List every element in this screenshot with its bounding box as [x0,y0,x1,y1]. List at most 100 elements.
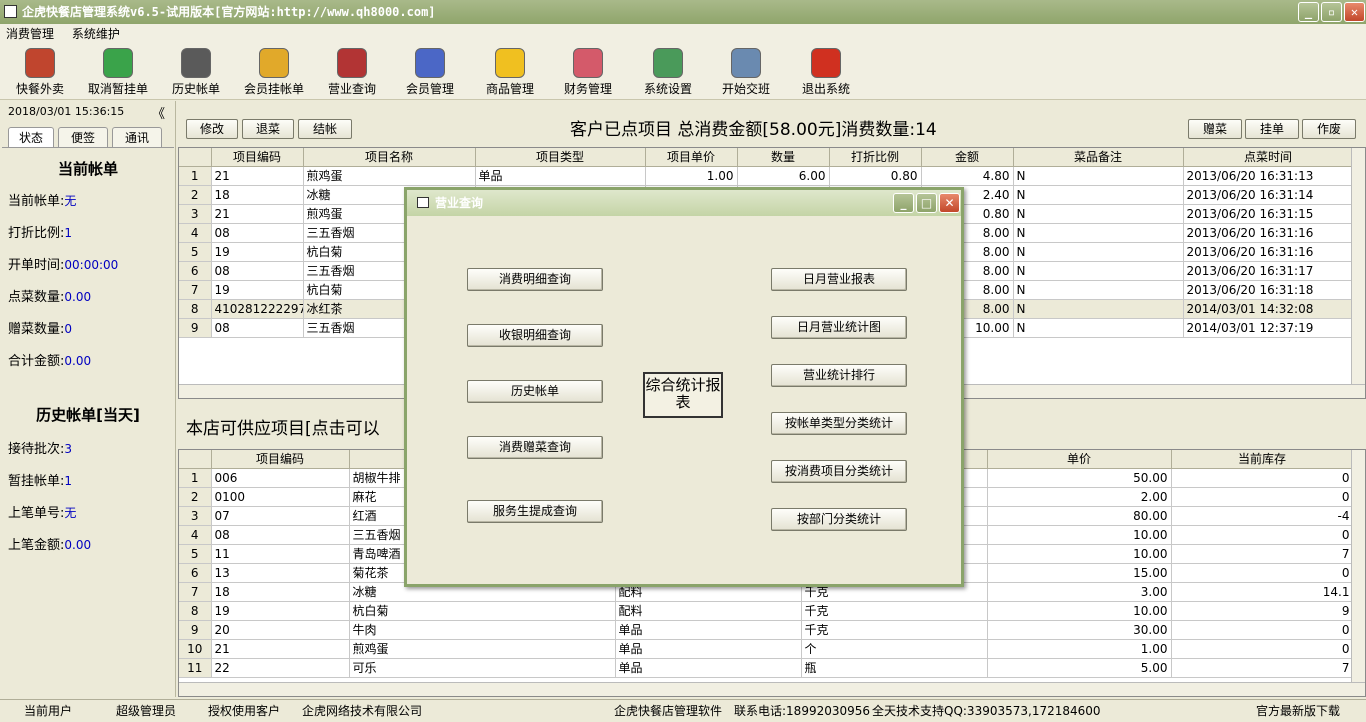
table-row[interactable]: 10 21 煎鸡蛋 单品个 1.00 0 [179,639,1354,659]
column-header[interactable]: 金额 [921,148,1014,167]
field-row: 上笔金额:0.00 [8,534,91,553]
column-header[interactable]: 项目名称 [303,148,476,167]
tab-notes[interactable]: 便签 [58,127,108,148]
table-cell: 0 [1171,468,1354,488]
checkout-button[interactable]: 结帐 [298,119,352,139]
comprehensive-report-button[interactable]: 综合统计报表 [643,372,723,418]
table-cell: 0 [1171,487,1354,507]
dialog-title: 营业查询 [435,196,484,210]
waiter-commission-button[interactable]: 服务生提成查询 [467,500,603,523]
supply-hscroll[interactable] [179,682,1365,696]
row-number: 9 [179,620,212,640]
toolbar-button-2[interactable]: 历史帐单 [156,48,236,97]
consumption-detail-button[interactable]: 消费明细查询 [467,268,603,291]
dialog-close-button[interactable]: ✕ [939,193,960,213]
cashier-detail-button[interactable]: 收银明细查询 [467,324,603,347]
dialog-minimize-button[interactable]: _ [893,193,914,213]
table-cell: 千克 [801,601,988,621]
collapse-panel-button[interactable]: 《 [152,103,165,122]
status-company: 企虎网络技术有限公司 [302,704,423,718]
void-button[interactable]: 作废 [1302,119,1356,139]
toolbar-button-10[interactable]: 退出系统 [786,48,866,97]
restore-button[interactable]: ▫ [1321,2,1342,22]
dialog-maximize-button[interactable]: □ [916,193,937,213]
history-bill-title: 历史帐单[当天] [36,406,140,424]
tab-status[interactable]: 状态 [8,127,54,148]
status-panel: 当前帐单 当前帐单:无 打折比例:1 开单时间:00:00:00 点菜数量:0.00 赠… [2,147,174,693]
field-label: 开单时间: [8,258,65,273]
toolbar-button-8[interactable]: 系统设置 [628,48,708,97]
report-icon [337,48,367,78]
toolbar-button-3[interactable]: 会员挂帐单 [234,48,314,97]
order-vscroll[interactable] [1351,148,1365,398]
table-row[interactable]: 9 20 牛肉 单品 千克 30.00 0 [179,620,1354,640]
table-cell: 牛肉 [349,620,616,640]
gift-dish-query-button[interactable]: 消费赠菜查询 [467,436,603,459]
close-button[interactable]: ✕ [1344,2,1365,22]
window-title: 企虎快餐店管理系统v6.5-试用版本[官方网站:http://www.qh800… [22,5,436,19]
field-row: 合计金额:0.00 [8,350,91,369]
left-panel: 2018/03/01 15:36:15 《 状态 便签 通讯 当前帐单 当前帐单… [0,101,176,697]
column-header[interactable]: 单价 [987,450,1172,469]
daily-monthly-report-button[interactable]: 日月营业报表 [771,268,907,291]
menu-consumption[interactable]: 消费管理 [6,27,54,41]
column-header[interactable]: 项目编码 [211,148,304,167]
table-cell: 2013/06/20 16:31:15 [1183,204,1354,224]
column-header[interactable]: 菜品备注 [1013,148,1184,167]
table-cell: 单品 [615,620,802,640]
table-cell: 2013/06/20 16:31:17 [1183,261,1354,281]
gift-dish-button[interactable]: 赠菜 [1188,119,1242,139]
table-cell: 80.00 [987,506,1172,526]
column-header[interactable]: 项目编码 [211,450,350,469]
toolbar-button-7[interactable]: 财务管理 [548,48,628,97]
toolbar-button-4[interactable]: 营业查询 [312,48,392,97]
toolbar-button-0[interactable]: 快餐外卖 [0,48,80,97]
table-cell: 13 [211,563,350,583]
table-row[interactable]: 8 19 杭白菊 配料 千克 10.00 9 [179,601,1354,621]
field-value: 1 [64,474,73,488]
column-header[interactable]: 数量 [737,148,830,167]
table-cell: 21 [211,166,304,186]
row-number: 2 [179,185,212,205]
table-cell: 21 [211,204,304,224]
hold-order-button[interactable]: 挂单 [1245,119,1299,139]
supply-vscroll[interactable] [1351,450,1365,696]
toolbar-button-label: 财务管理 [563,82,612,96]
table-cell: N [1013,318,1184,338]
toolbar-button-9[interactable]: 开始交班 [706,48,786,97]
table-cell: 20 [211,620,350,640]
column-header[interactable]: 打折比例 [829,148,922,167]
column-header[interactable]: 点菜时间 [1183,148,1354,167]
column-header[interactable]: 当前库存 [1171,450,1354,469]
toolbar-button-5[interactable]: 会员管理 [390,48,470,97]
table-cell: N [1013,280,1184,300]
bill-type-stats-button[interactable]: 按帐单类型分类统计 [771,412,907,435]
tab-comm[interactable]: 通讯 [112,127,162,148]
business-ranking-button[interactable]: 营业统计排行 [771,364,907,387]
table-cell: 2013/06/20 16:31:13 [1183,166,1354,186]
column-header[interactable]: 项目单价 [645,148,738,167]
star-icon [495,48,525,78]
modify-button[interactable]: 修改 [186,119,238,139]
minimize-button[interactable]: _ [1298,2,1319,22]
alarm-clock-icon [181,48,211,78]
table-row[interactable]: 1 21 煎鸡蛋 单品 1.00 6.00 0.80 4.80 N 2013/06/20 16:3… [179,166,1354,186]
toolbar-button-6[interactable]: 商品管理 [470,48,550,97]
toolbar-button-label: 开始交班 [721,82,770,96]
table-cell: 7 [1171,544,1354,564]
table-cell: 2013/06/20 16:31:16 [1183,242,1354,262]
history-bills-button[interactable]: 历史帐单 [467,380,603,403]
daily-monthly-chart-button[interactable]: 日月营业统计图 [771,316,907,339]
department-stats-button[interactable]: 按部门分类统计 [771,508,907,531]
download-link[interactable]: 官方最新版下载 [1256,700,1340,722]
dialog-body: 消费明细查询 收银明细查询 历史帐单 消费赠菜查询 服务生提成查询 综合统计报表… [407,216,961,584]
item-category-stats-button[interactable]: 按消费项目分类统计 [771,460,907,483]
menu-system[interactable]: 系统维护 [72,27,120,41]
dialog-title-bar: 营业查询 _ □ ✕ [407,190,961,216]
field-label: 打折比例: [8,226,65,241]
status-product: 企虎快餐店管理软件 [614,704,723,718]
return-dish-button[interactable]: 退菜 [242,119,294,139]
column-header[interactable]: 项目类型 [475,148,646,167]
table-row[interactable]: 11 22 可乐 单品瓶 5.00 7 [179,658,1354,678]
toolbar-button-1[interactable]: 取消暂挂单 [78,48,158,97]
